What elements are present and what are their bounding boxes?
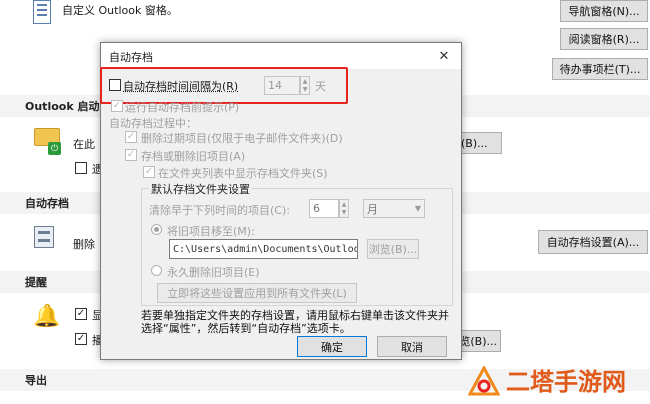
clean-older-spinner[interactable]: ▲ ▼ xyxy=(339,199,349,218)
move-old-label: 将旧项目移至(M): xyxy=(167,225,255,238)
ok-button[interactable]: 确定 xyxy=(297,336,367,357)
watermark-text: 二塔手游网 xyxy=(506,368,626,396)
nav-pane-button[interactable]: 导航窗格(N)... xyxy=(560,0,648,22)
start-badge-icon: ⏻ xyxy=(48,142,61,155)
close-icon[interactable]: ✕ xyxy=(433,46,455,66)
prompt-label: 运行自动存档前提示(P) xyxy=(125,101,240,114)
archive-cabinet-icon xyxy=(34,226,54,248)
browse-button[interactable]: 浏览(B)... xyxy=(367,239,419,259)
perm-delete-radio[interactable] xyxy=(151,265,162,276)
perm-delete-label: 永久删除旧项目(E) xyxy=(167,266,260,279)
during-label: 自动存档过程中： xyxy=(109,117,197,130)
reading-pane-button[interactable]: 阅读窗格(R)... xyxy=(560,28,648,50)
start-in-label: 在此 xyxy=(73,138,95,151)
show-folder-checkbox[interactable]: ✓ xyxy=(143,166,155,178)
archive-old-label: 存档或删除旧项目(A) xyxy=(141,150,246,163)
defaults-heading: 默认存档文件夹设置 xyxy=(149,181,252,197)
dialog-titlebar: 自动存档 ✕ xyxy=(101,43,461,69)
clean-older-input[interactable]: 6 xyxy=(309,199,339,218)
clean-older-unit-value: 月 xyxy=(367,202,378,216)
move-old-radio[interactable] xyxy=(151,224,162,235)
autoarchive-settings-button[interactable]: 自动存档设置(A)... xyxy=(538,230,648,254)
archive-old-checkbox[interactable]: ✓ xyxy=(125,149,137,161)
info-text: 若要单独指定文件夹的存档设置，请用鼠标右键单击该文件夹并选择“属性”，然后转到“… xyxy=(141,309,449,335)
watermark: 二塔手游网 xyxy=(462,362,648,402)
watermark-logo-icon xyxy=(467,364,501,398)
autoarchive-dialog: 自动存档 ✕ 自动存档时间间隔为(R) 14 ▲ ▼ 天 ✓ 运行自动存档前提示(… xyxy=(100,42,462,360)
start-checkbox[interactable] xyxy=(75,162,87,174)
dialog-title: 自动存档 xyxy=(109,51,153,64)
cancel-button[interactable]: 取消 xyxy=(377,336,447,357)
pane-description: 自定义 Outlook 窗格。 xyxy=(62,4,178,17)
reminder-checkbox-2[interactable]: ✓ xyxy=(75,333,87,345)
reminder-checkbox-1[interactable]: ✓ xyxy=(75,308,87,320)
apply-all-button[interactable]: 立即将这些设置应用到所有文件夹(L) xyxy=(157,283,357,303)
delete-expired-checkbox[interactable]: ✓ xyxy=(125,131,137,143)
prompt-checkbox[interactable]: ✓ xyxy=(111,100,123,112)
chevron-down-icon: ▼ xyxy=(414,204,421,213)
show-folder-label: 在文件夹列表中显示存档文件夹(S) xyxy=(158,167,328,180)
pane-layout-icon xyxy=(33,0,51,24)
delete-expired-label: 删除过期项目(仅限于电子邮件文件夹)(D) xyxy=(141,132,343,145)
todo-bar-button[interactable]: 待办事项栏(T)... xyxy=(552,58,648,80)
bell-icon: 🔔 xyxy=(33,304,61,329)
archive-path-input[interactable]: C:\Users\admin\Documents\Outloo xyxy=(169,239,358,259)
archive-delete-label: 删除 xyxy=(73,238,95,251)
clean-older-label: 清除早于下列时间的项目(C): xyxy=(149,204,290,217)
start-browse-button[interactable]: (B)... xyxy=(456,132,502,154)
clean-older-unit-select[interactable]: 月 ▼ xyxy=(363,199,425,218)
